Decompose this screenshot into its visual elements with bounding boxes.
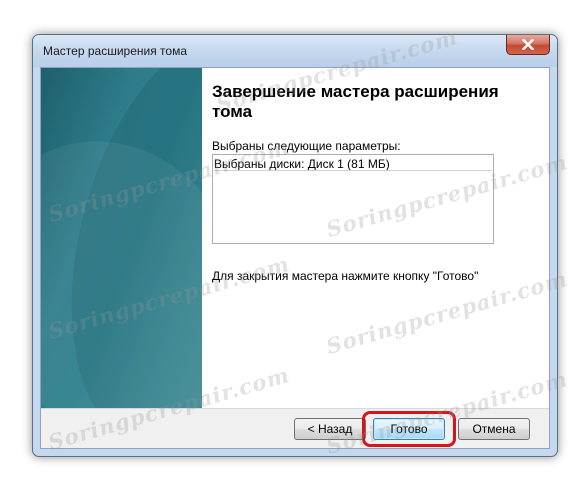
params-textbox[interactable]: Выбраны диски: Диск 1 (81 МБ) — [212, 154, 494, 244]
window-title: Мастер расширения тома — [43, 44, 187, 58]
button-bar: < Назад Готово Отмена — [41, 408, 549, 448]
close-button[interactable] — [506, 35, 550, 55]
finish-button[interactable]: Готово — [373, 418, 445, 440]
close-hint-text: Для закрытия мастера нажмите кнопку "Гот… — [212, 269, 479, 283]
cancel-button[interactable]: Отмена — [458, 418, 530, 440]
params-label: Выбраны следующие параметры: — [212, 139, 401, 153]
back-button[interactable]: < Назад — [294, 418, 366, 440]
title-bar[interactable]: Мастер расширения тома — [33, 35, 557, 67]
params-text: Выбраны диски: Диск 1 (81 МБ) — [214, 157, 390, 171]
wizard-window: Мастер расширения тома Завершение мастер… — [32, 34, 558, 457]
wizard-side-banner — [41, 68, 202, 408]
wizard-content: Завершение мастера расширения тома Выбра… — [202, 68, 549, 408]
screenshot-page: Мастер расширения тома Завершение мастер… — [0, 0, 587, 489]
wizard-client-area: Завершение мастера расширения тома Выбра… — [40, 67, 550, 449]
close-icon — [522, 39, 534, 50]
page-title: Завершение мастера расширения тома — [212, 82, 499, 121]
